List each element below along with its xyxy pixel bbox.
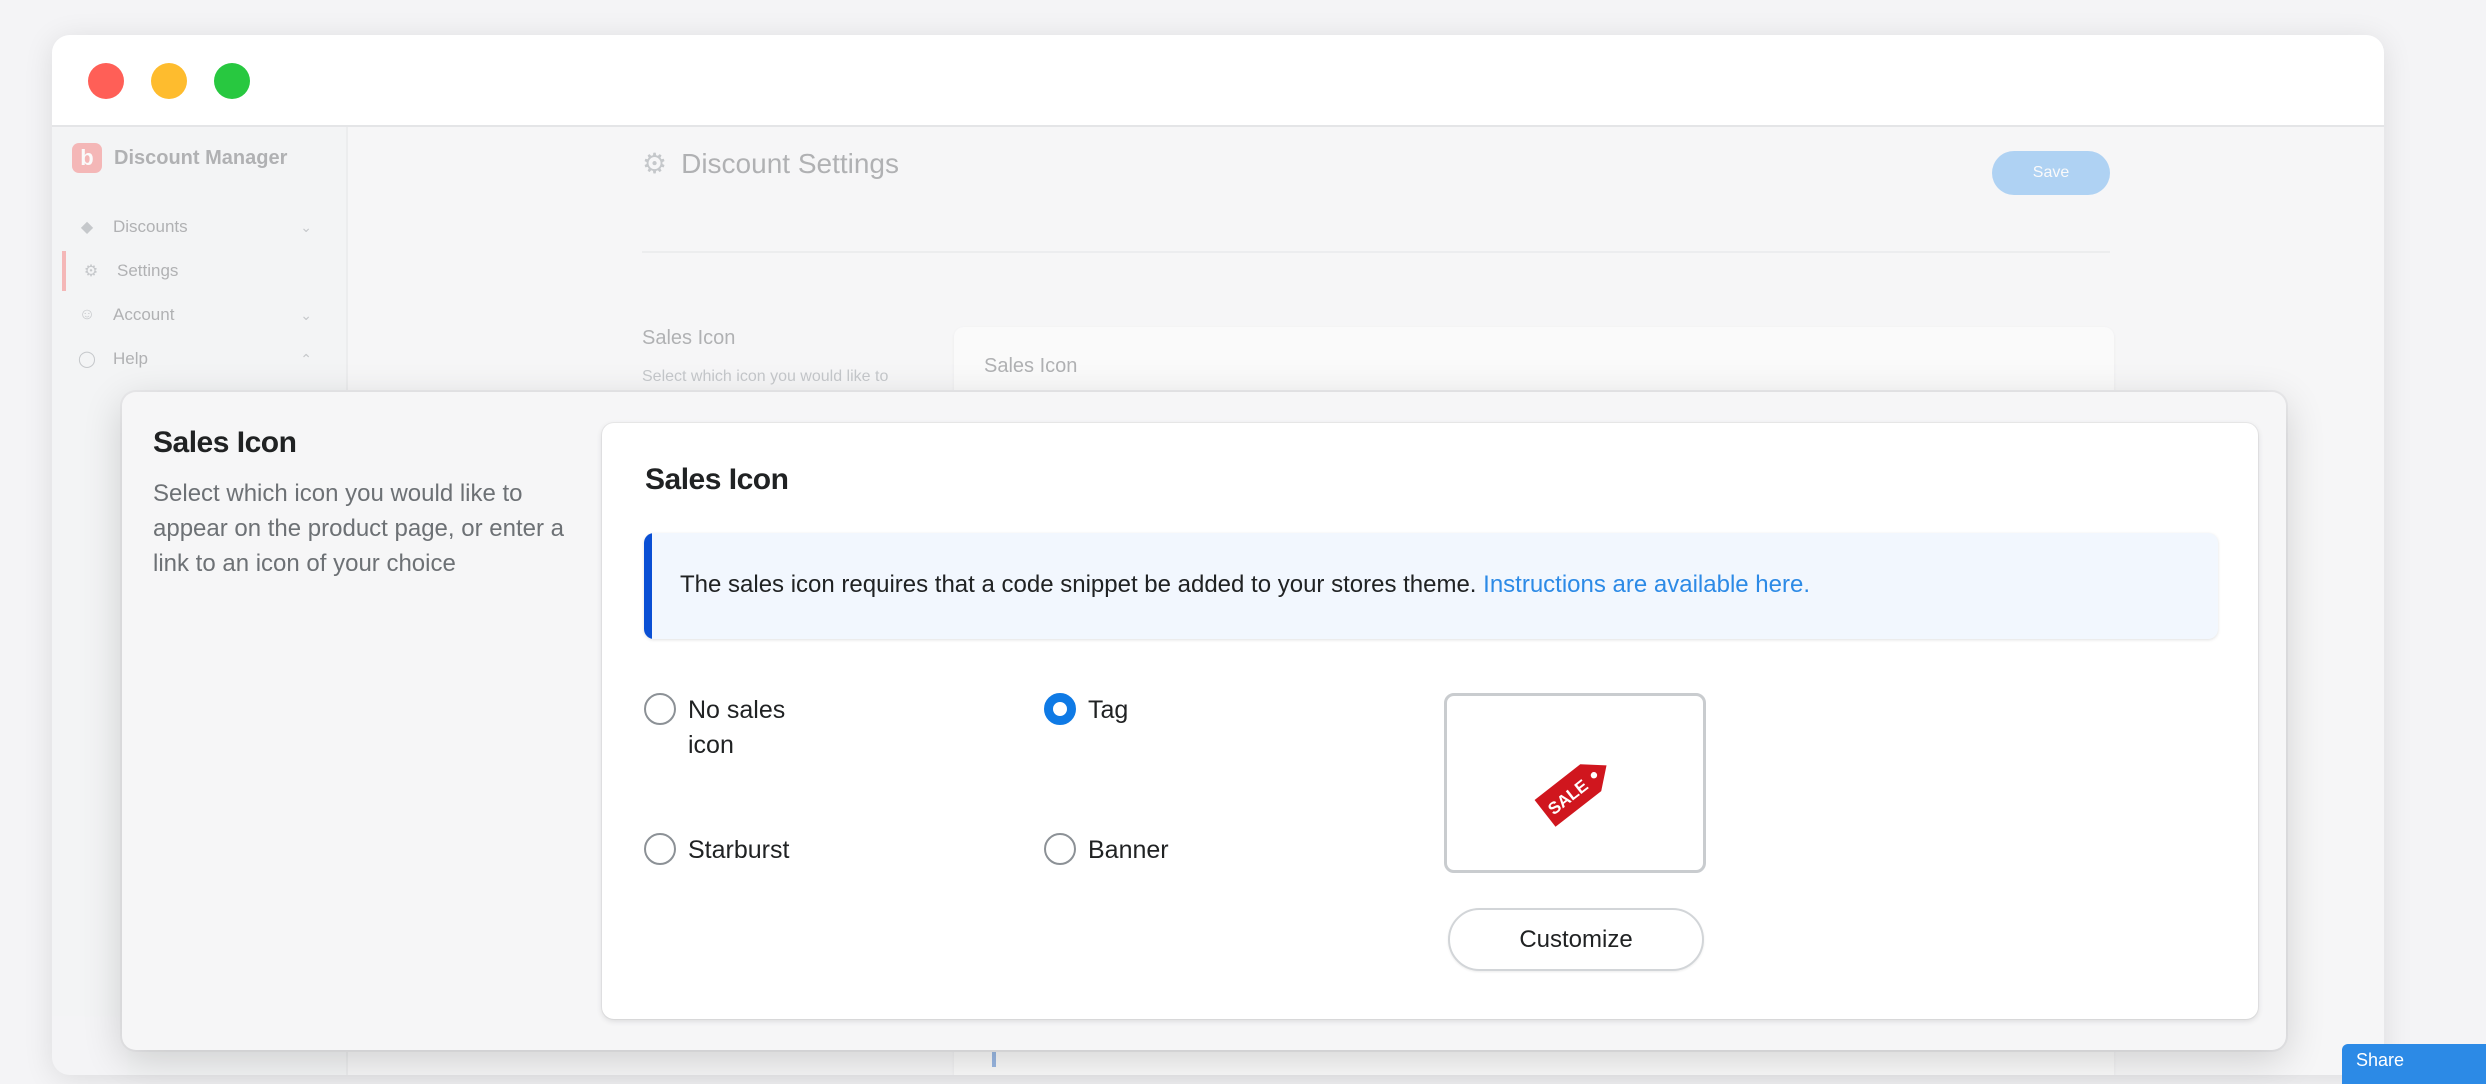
banner-text: The sales icon requires that a code snip… [680,571,1484,598]
section-title: Sales Icon [642,327,736,349]
section-description: Select which icon you would like to appe… [153,480,564,577]
user-icon: ☺ [78,306,96,323]
sales-icon-section: Sales Icon Select which icon you would l… [122,392,2286,1050]
share-label: Share [2356,1050,2405,1070]
page-title: Discount Settings [681,147,899,179]
minimize-window-button[interactable] [151,63,187,99]
page-header: ⚙ Discount Settings [642,147,899,180]
radio-label: Banner [1088,836,1169,864]
title-bar [52,35,2384,127]
sidebar-item-label: Discounts [113,217,188,236]
brand-logo-icon: b [72,143,102,173]
radio-option-tag[interactable]: Tag [1044,693,1128,728]
radio-label: Tag [1088,696,1129,724]
radio-button[interactable] [1044,693,1076,725]
sidebar-item-help[interactable]: ◯ Help ⌃ [62,339,324,379]
sale-tag-icon: SALE [1534,764,1607,827]
close-window-button[interactable] [88,63,124,99]
card-title: Sales Icon [984,355,1078,377]
sales-icon-card: Sales Icon The sales icon requires that … [602,423,2258,1019]
radio-button[interactable] [644,693,676,725]
radio-option-banner[interactable]: Banner [1044,833,1169,868]
chevron-down-icon: ⌄ [300,218,312,235]
sidebar-item-settings[interactable]: ⚙ Settings [62,251,328,291]
radio-option-starburst[interactable]: Starburst [644,833,789,868]
gear-icon: ⚙ [642,148,668,179]
gear-icon: ⚙ [83,263,99,280]
help-icon: ◯ [78,351,96,368]
chevron-up-icon: ⌃ [300,350,312,367]
brand[interactable]: b Discount Manager [72,143,287,173]
sidebar-item-label: Settings [117,261,179,280]
sales-icon-preview: SALE [1444,693,1706,873]
section-title: Sales Icon [153,426,297,459]
banner-accent-bar [644,533,652,639]
radio-button[interactable] [1044,833,1076,865]
tag-icon: ◆ [80,219,94,236]
radio-label: Starburst [688,836,790,864]
sidebar-item-discounts[interactable]: ◆ Discounts ⌄ [62,207,324,247]
radio-option-no-sales-icon[interactable]: No sales icon [644,693,818,763]
sidebar-item-account[interactable]: ☺ Account ⌄ [62,295,324,335]
brand-name: Discount Manager [114,146,288,169]
sidebar-item-label: Help [113,349,148,368]
banner-message: The sales icon requires that a code snip… [680,571,1810,599]
card-title: Sales Icon [645,463,789,496]
info-banner: The sales icon requires that a code snip… [644,533,2218,639]
instructions-link[interactable]: Instructions are available here. [1483,571,1810,598]
share-button[interactable]: Share [2342,1044,2486,1084]
radio-button[interactable] [644,833,676,865]
maximize-window-button[interactable] [214,63,250,99]
chevron-down-icon: ⌄ [300,306,312,323]
sidebar-item-label: Account [113,305,175,324]
customize-button[interactable]: Customize [1448,908,1704,971]
radio-label: No sales icon [688,696,786,759]
divider [642,251,2110,253]
save-button[interactable]: Save [1992,151,2110,195]
